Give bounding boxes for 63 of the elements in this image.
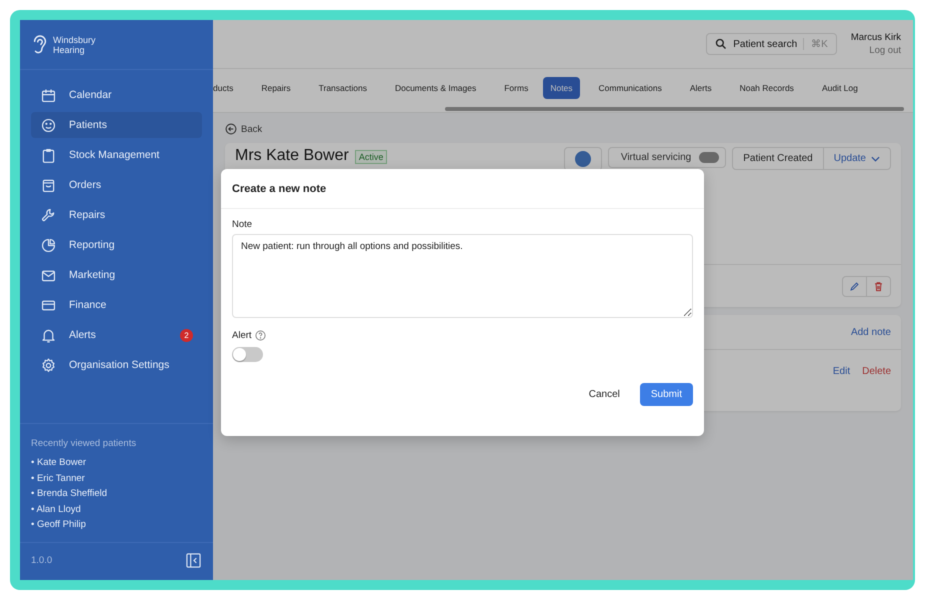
tab[interactable]: Alerts [676,77,721,99]
cancel-button[interactable]: Cancel [582,383,626,406]
patient-search-button[interactable]: Patient search ⌘K [706,33,837,55]
trash-icon [873,280,884,292]
recent-patient-link[interactable]: • Geoff Philip [31,519,202,530]
field-label: Alert [232,330,252,341]
wrench-icon [40,206,57,224]
tab[interactable]: Audit Log [808,77,867,99]
dialog-title: Create a new note [221,169,704,209]
tab[interactable]: Notes [543,77,580,99]
tab[interactable]: Communications [586,77,671,99]
status-badge: Active [354,150,388,164]
section-heading: Recently viewed patients [31,438,138,448]
alert-toggle[interactable] [232,347,263,362]
nav-item[interactable]: Marketing [31,262,202,288]
pencil-icon [849,280,860,292]
nav-item[interactable]: Alerts 2 [31,322,202,348]
submit-button[interactable]: Submit [640,383,693,406]
nav-item[interactable]: Stock Management [31,142,202,168]
tab[interactable]: Documents & Images [382,77,486,99]
nav-item[interactable]: Calendar [31,82,202,108]
shortcut-hint: ⌘K [803,38,828,50]
user-name: Marcus Kirk [850,32,901,43]
search-icon [715,38,728,50]
tab[interactable]: Repairs [248,77,300,99]
edit-link[interactable]: Edit [832,366,850,377]
calendar-icon [40,86,57,104]
nav-item[interactable]: Reporting [31,232,202,258]
back-link[interactable]: Back [225,123,901,135]
pie-chart-icon [40,236,57,254]
recent-patient-link[interactable]: • Kate Bower [31,457,202,468]
nav-item[interactable]: Repairs [31,202,202,228]
recent-patient-link[interactable]: • Eric Tanner [31,472,202,484]
recent-patient-link[interactable]: • Alan Lloyd [31,504,202,514]
brand-name: Windsbury Hearing [53,34,96,54]
help-icon [254,330,266,341]
field-label: Note [232,219,254,230]
tab[interactable]: Noah Records [726,77,803,99]
recent-patient-link[interactable]: • Brenda Sheffield [31,488,202,499]
smiley-icon [40,116,57,134]
delete-link[interactable]: Delete [862,366,891,377]
patient-created-button[interactable]: Patient Created [733,148,824,169]
count-badge: 2 [180,328,193,342]
ear-logo-icon [31,32,49,56]
logout-link[interactable]: Log out [869,45,901,56]
nav-item[interactable]: Orders [31,172,202,198]
tab[interactable]: ducts [213,77,242,99]
chevron-down-icon [871,156,880,162]
update-dropdown[interactable]: Update [824,148,890,169]
nav-item[interactable]: Patients [31,112,202,138]
virtual-servicing-control[interactable]: Virtual servicing [608,147,726,168]
tab[interactable]: Transactions [306,77,376,99]
collapse-sidebar-icon[interactable] [186,553,201,568]
patient-name: Mrs Kate Bower [235,147,349,165]
nav-item[interactable]: Finance [31,292,202,318]
tab[interactable]: Forms [491,77,538,99]
clipboard-icon [40,146,57,164]
toggle-switch[interactable] [699,152,720,163]
add-note-link[interactable]: Add note [850,326,891,338]
settings-icon [40,356,57,374]
nav-item[interactable]: Organisation Settings [31,352,202,378]
version-label: 1.0.0 [31,555,52,566]
note-input-field[interactable]: New patient: run through all options and possibilities. [232,234,693,318]
